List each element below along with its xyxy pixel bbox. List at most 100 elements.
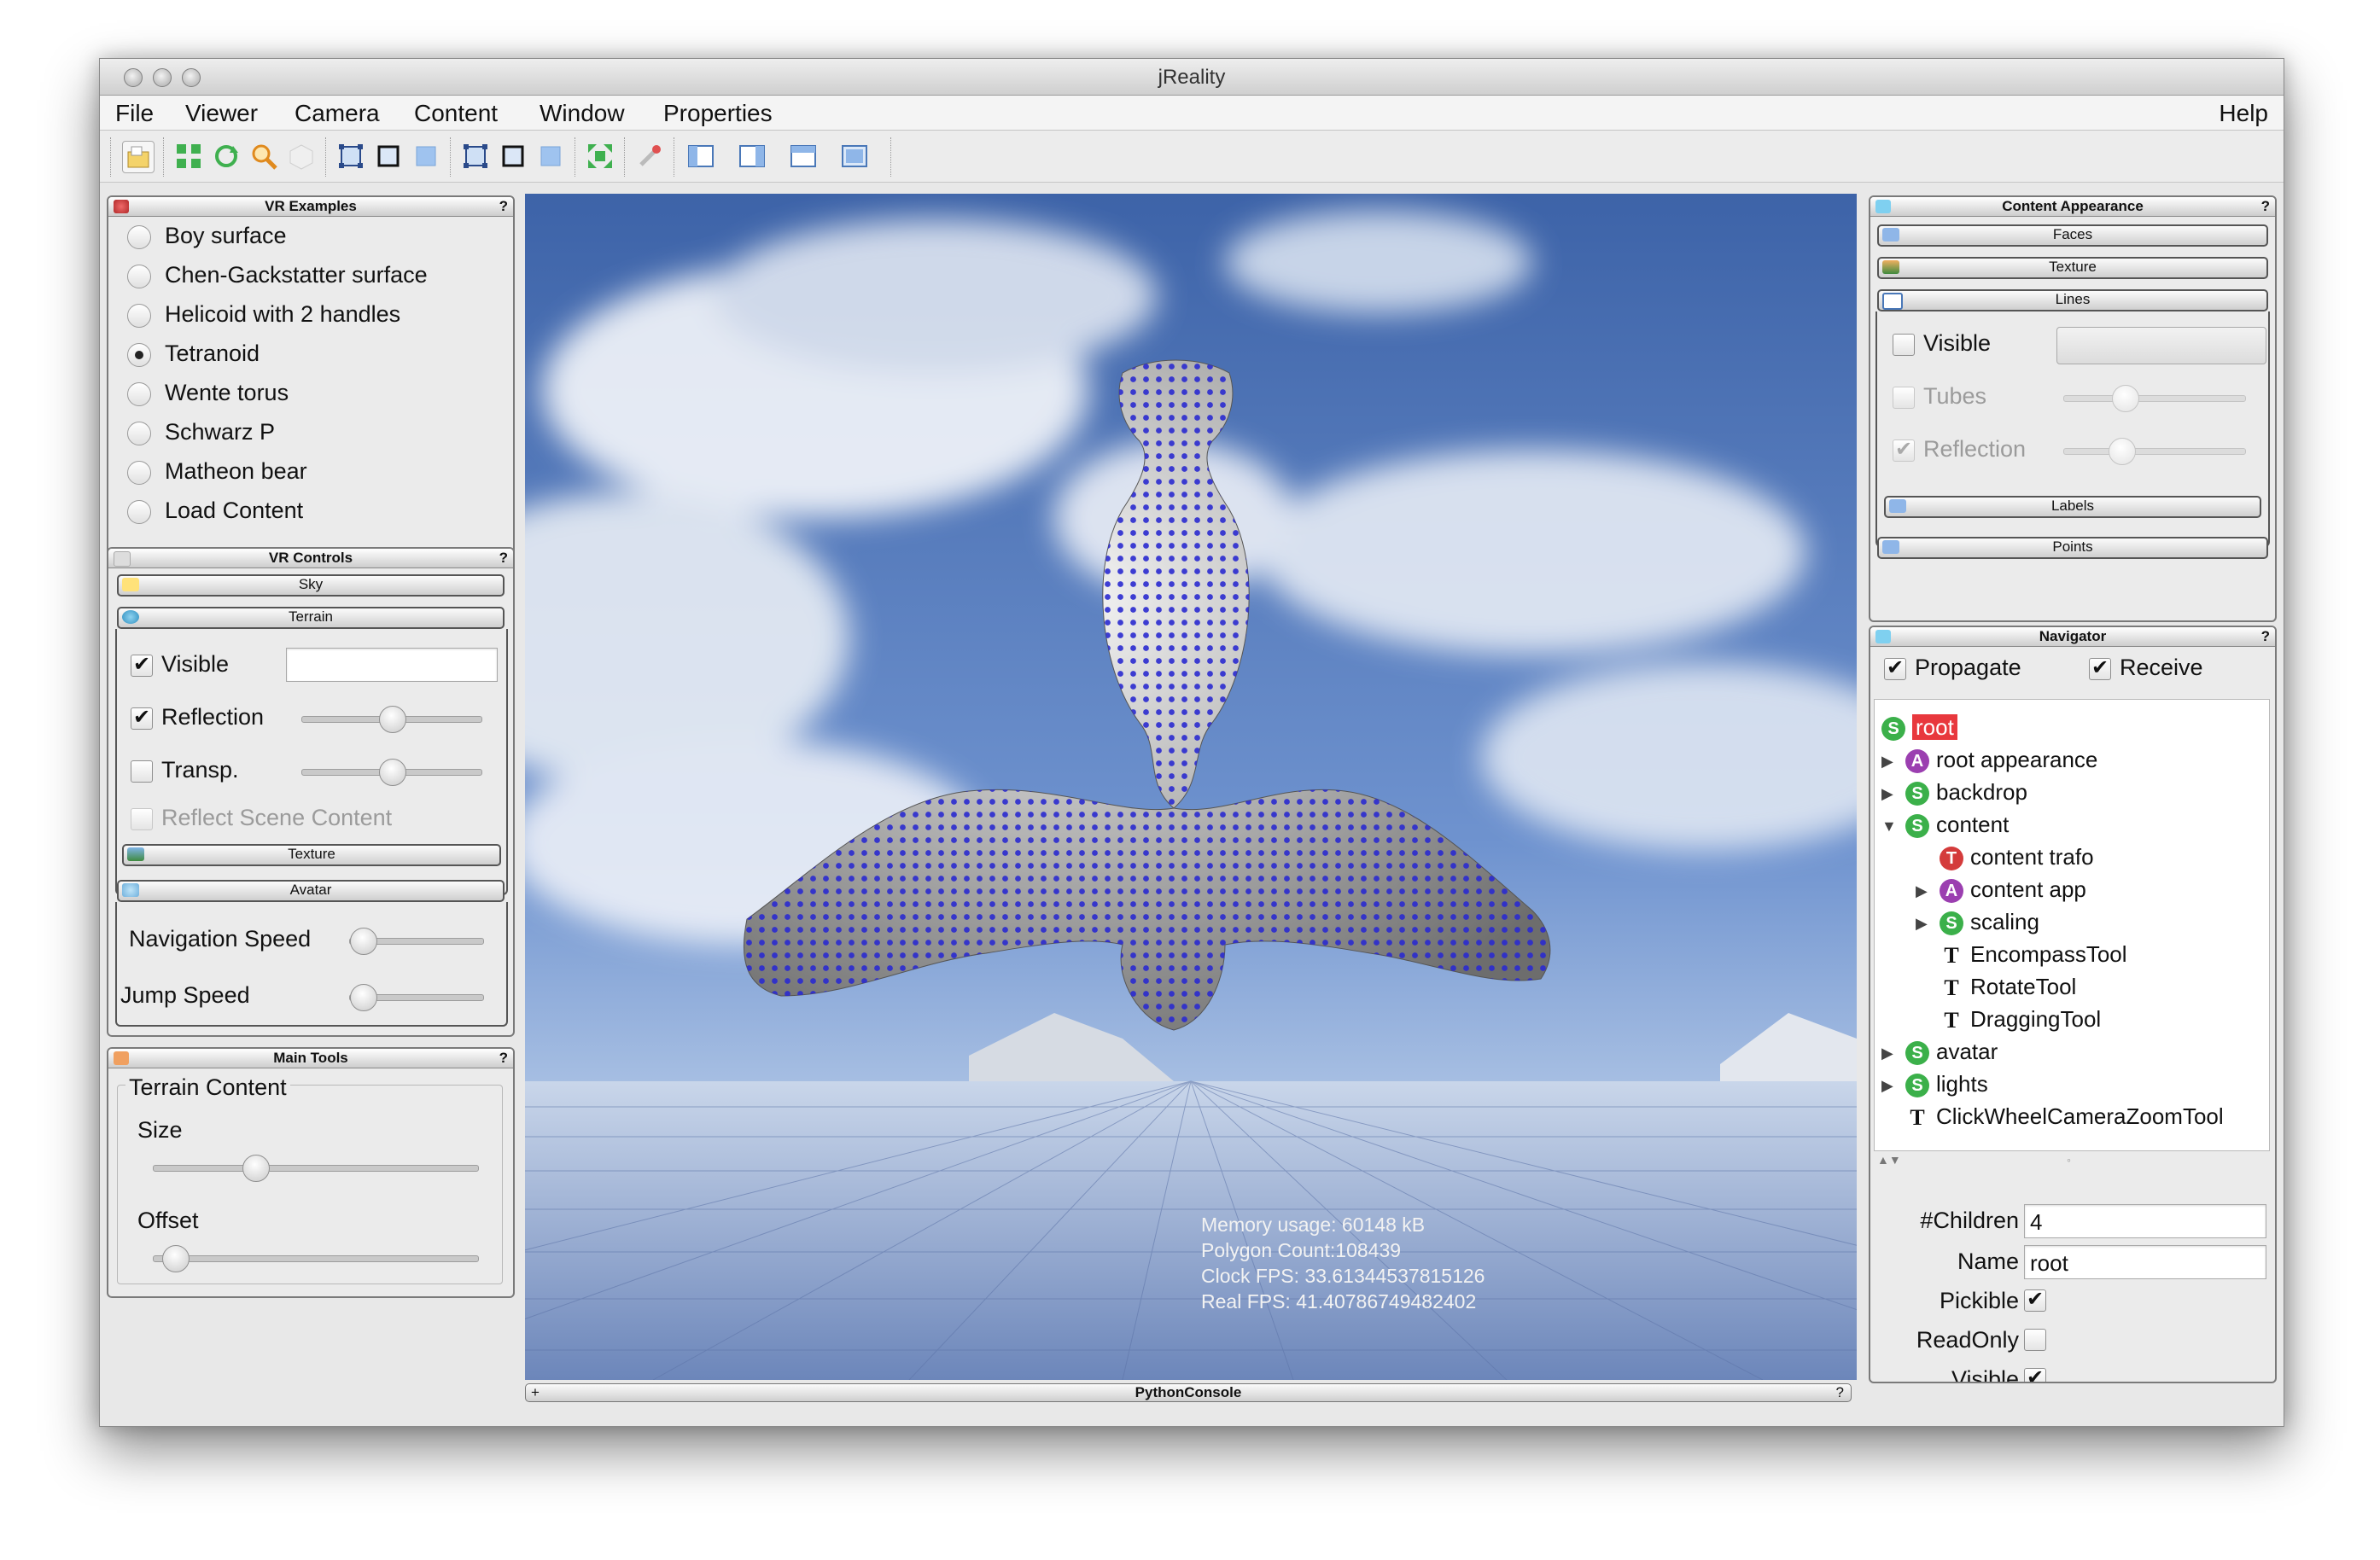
tubes-checkbox[interactable] <box>1893 387 1915 409</box>
example-load-content[interactable]: Load Content <box>127 498 303 524</box>
lines-reflection-checkbox[interactable]: ✔ <box>1893 439 1915 462</box>
slider-knob[interactable] <box>162 1245 190 1272</box>
terrain-texture-section[interactable]: Texture <box>122 844 501 866</box>
menu-file[interactable]: File <box>115 100 154 127</box>
slider-knob[interactable] <box>2112 385 2139 412</box>
vr-controls-help-button[interactable]: ? <box>499 549 508 568</box>
console-help-button[interactable]: ? <box>1836 1384 1844 1401</box>
vr-controls-title[interactable]: VR Controls ? <box>108 549 513 568</box>
tubes-slider[interactable] <box>2063 385 2246 412</box>
cube-icon[interactable] <box>286 141 317 172</box>
radio-icon[interactable] <box>127 381 151 406</box>
faces-section[interactable]: Faces <box>1877 224 2268 247</box>
radio-icon[interactable] <box>127 460 151 485</box>
radio-icon[interactable] <box>127 499 151 524</box>
radio-icon[interactable] <box>127 264 151 288</box>
terrain-transp-checkbox[interactable] <box>131 760 153 783</box>
radio-icon[interactable] <box>127 303 151 328</box>
example-wente-torus[interactable]: Wente torus <box>127 380 289 406</box>
3d-viewport[interactable]: Memory usage: 60148 kB Polygon Count:108… <box>525 194 1857 1380</box>
tree-node-scaling[interactable]: ▶ Sscaling <box>1916 908 2039 937</box>
reflect-scene-checkbox[interactable] <box>131 808 153 830</box>
tree-node-content-app[interactable]: ▶ Acontent app <box>1916 876 2086 905</box>
example-tetranoid[interactable]: Tetranoid <box>127 341 260 367</box>
tree-node-dragging-tool[interactable]: T DraggingTool <box>1916 1005 2101 1033</box>
radio-icon[interactable] <box>127 224 151 249</box>
labels-section[interactable]: Labels <box>1884 496 2261 518</box>
children-field[interactable]: 4 <box>2024 1204 2266 1238</box>
points-section[interactable]: Points <box>1877 537 2268 559</box>
python-console-bar[interactable]: + PythonConsole ? <box>525 1383 1852 1402</box>
name-field[interactable]: root <box>2024 1245 2266 1279</box>
menu-help[interactable]: Help <box>2219 100 2268 127</box>
tree-node-avatar[interactable]: ▶ Savatar <box>1881 1038 1998 1066</box>
menu-viewer[interactable]: Viewer <box>185 100 258 127</box>
visible-checkbox[interactable]: ✔ <box>2024 1368 2046 1382</box>
filled-square-icon[interactable] <box>411 141 441 172</box>
expand-arrow-icon[interactable]: ▶ <box>1916 910 1940 937</box>
grid-icon[interactable] <box>173 141 204 172</box>
tree-node-content[interactable]: ▼ Scontent <box>1881 811 2009 839</box>
size-slider[interactable] <box>153 1155 479 1182</box>
zoom-icon[interactable] <box>248 141 279 172</box>
scene-tree[interactable]: Sroot ▶ Aroot appearance ▶ Sbackdrop ▼ Scon… <box>1874 699 2270 1151</box>
terrain-reflection-checkbox[interactable]: ✔ <box>131 707 153 730</box>
radio-selected-icon[interactable] <box>127 342 151 367</box>
propagate-checkbox[interactable]: ✔ <box>1884 658 1906 680</box>
square-icon[interactable] <box>373 141 404 172</box>
main-tools-help-button[interactable]: ? <box>499 1049 508 1068</box>
console-expand-button[interactable]: + <box>531 1384 540 1401</box>
tree-node-click-wheel-tool[interactable]: T ClickWheelCameraZoomTool <box>1881 1103 2223 1130</box>
navigator-title[interactable]: Navigator ? <box>1870 627 2275 647</box>
expand-arrow-icon[interactable]: ▶ <box>1916 877 1940 905</box>
content-appearance-title[interactable]: Content Appearance ? <box>1870 197 2275 217</box>
split-arrows-icon[interactable]: ▲▼ <box>1877 1153 1901 1167</box>
tree-node-rotate-tool[interactable]: T RotateTool <box>1916 973 2076 1000</box>
example-matheon-bear[interactable]: Matheon bear <box>127 458 307 485</box>
slider-knob[interactable] <box>242 1155 270 1182</box>
pickible-checkbox[interactable]: ✔ <box>2024 1289 2046 1312</box>
menu-window[interactable]: Window <box>540 100 625 127</box>
slider-knob[interactable] <box>379 759 406 786</box>
rotate-icon[interactable] <box>211 141 242 172</box>
terrain-reflection-slider[interactable] <box>301 706 482 733</box>
expand-arrow-icon[interactable]: ▶ <box>1881 1072 1905 1099</box>
pick-icon[interactable] <box>634 141 665 172</box>
open-file-icon[interactable] <box>122 141 155 173</box>
jump-speed-slider[interactable] <box>349 984 484 1011</box>
filled-square-icon-2[interactable] <box>535 141 566 172</box>
menu-properties[interactable]: Properties <box>663 100 773 127</box>
slider-knob[interactable] <box>2109 438 2136 465</box>
slider-knob[interactable] <box>379 706 406 733</box>
menu-content[interactable]: Content <box>414 100 498 127</box>
lines-section[interactable]: Lines <box>1877 289 2268 311</box>
vr-examples-title[interactable]: VR Examples ? <box>108 197 513 217</box>
lines-color-button[interactable] <box>2056 327 2266 364</box>
navigator-help-button[interactable]: ? <box>2261 627 2270 646</box>
tree-node-lights[interactable]: ▶ Slights <box>1881 1070 1988 1099</box>
tree-node-backdrop[interactable]: ▶ Sbackdrop <box>1881 778 2027 806</box>
texture-section[interactable]: Texture <box>1877 257 2268 279</box>
expand-arrow-icon[interactable]: ▶ <box>1881 748 1905 775</box>
sky-section[interactable]: Sky <box>117 574 505 597</box>
layout-top-icon[interactable] <box>788 141 819 172</box>
example-schwarz-p[interactable]: Schwarz P <box>127 419 275 445</box>
terrain-section[interactable]: Terrain <box>117 607 505 629</box>
content-appearance-help-button[interactable]: ? <box>2261 197 2270 216</box>
example-chen-gackstatter[interactable]: Chen-Gackstatter surface <box>127 262 428 288</box>
receive-checkbox[interactable]: ✔ <box>2089 658 2111 680</box>
navigation-speed-slider[interactable] <box>349 928 484 955</box>
slider-knob[interactable] <box>350 984 377 1011</box>
tree-node-root[interactable]: Sroot <box>1881 713 1957 742</box>
tree-node-root-appearance[interactable]: ▶ Aroot appearance <box>1881 746 2097 775</box>
terrain-transp-slider[interactable] <box>301 759 482 786</box>
tree-node-encompass-tool[interactable]: T EncompassTool <box>1916 940 2126 968</box>
layout-full-icon[interactable] <box>839 141 870 172</box>
layout-left-icon[interactable] <box>685 141 716 172</box>
terrain-color-field[interactable] <box>286 648 498 682</box>
scene-render[interactable] <box>525 194 1857 1380</box>
layout-right-icon[interactable] <box>737 141 767 172</box>
example-boy-surface[interactable]: Boy surface <box>127 223 287 249</box>
terrain-visible-checkbox[interactable]: ✔ <box>131 655 153 677</box>
slider-knob[interactable] <box>350 928 377 955</box>
